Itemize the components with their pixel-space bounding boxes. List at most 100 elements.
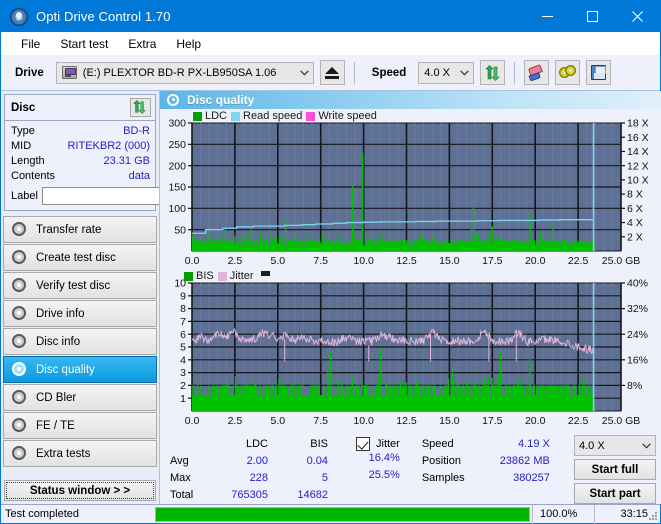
sidebar-item-disc-info[interactable]: Disc info (3, 328, 157, 355)
charts-area: LDC Read speed Write speed 50 100 150 200 25… (160, 109, 661, 432)
svg-text:2 X: 2 X (627, 231, 643, 243)
legend-read-speed: Read speed (231, 110, 302, 122)
disc-panel-rows: Type BD-R MID RITEKBR2 (000) Length 23.3… (5, 121, 244, 210)
legend-swatch-ldc (193, 111, 202, 121)
stats-row-key: Max (170, 471, 191, 484)
jitter-max-value: 25.5% (368, 469, 400, 481)
maximize-button[interactable] (570, 1, 615, 32)
sidebar-item-drive-info[interactable]: Drive info (3, 300, 157, 327)
sidebar-item-label: Extra tests (36, 447, 91, 460)
position-key: Position (421, 454, 461, 467)
samples-row: Samples 380257 (422, 469, 550, 486)
ldc-chart: LDC Read speed Write speed 50 100 150 200 25… (160, 109, 661, 269)
svg-text:0.0: 0.0 (185, 255, 200, 267)
drive-select[interactable]: (E:) PLEXTOR BD-R PX-LB950SA 1.06 (55, 61, 314, 84)
resize-grip-icon[interactable] (647, 510, 658, 521)
sidebar-item-create-test-disc[interactable]: Create test disc (3, 244, 157, 271)
svg-text:10 X: 10 X (627, 174, 649, 186)
jitter-column: Jitter 16.4% 25.5% (356, 435, 400, 486)
legend-bis: BIS (184, 270, 214, 282)
status-window-button[interactable]: Status window > > (4, 480, 156, 501)
sidebar-item-cd-bler[interactable]: CD Bler (3, 384, 157, 411)
drive-label: Drive (15, 66, 44, 79)
nav-list: Transfer rate Create test disc Verify te… (1, 216, 159, 468)
start-full-button[interactable]: Start full (574, 459, 656, 480)
sidebar-item-fe-te[interactable]: FE / TE (3, 412, 157, 439)
sidebar-item-disc-quality[interactable]: Disc quality (3, 356, 157, 383)
refresh-button[interactable] (480, 60, 506, 85)
disc-row-value: 23.31 GB (103, 155, 150, 167)
close-button[interactable] (615, 1, 660, 32)
ldc-chart-legend: LDC Read speed Write speed (193, 110, 377, 122)
svg-text:1: 1 (180, 393, 186, 405)
minimize-button[interactable] (525, 1, 570, 32)
samples-value: 380257 (513, 471, 550, 484)
svg-text:0.0: 0.0 (185, 415, 200, 427)
speed-value: 4.19 X (518, 437, 550, 450)
eject-button[interactable] (319, 60, 345, 85)
legend-label: Read speed (243, 110, 303, 122)
svg-text:17.5: 17.5 (482, 255, 503, 267)
sidebar-item-verify-test-disc[interactable]: Verify test disc (3, 272, 157, 299)
svg-text:15.0: 15.0 (439, 255, 460, 267)
svg-text:25.0 GB: 25.0 GB (602, 415, 641, 427)
two-discs-icon (558, 65, 577, 80)
disc-drive-icon (12, 306, 27, 321)
svg-text:32%: 32% (627, 303, 648, 315)
svg-text:8: 8 (180, 303, 186, 315)
speed-key: Speed (421, 437, 454, 450)
disc-row-value: data (128, 170, 150, 182)
menu-extra[interactable]: Extra (118, 34, 166, 54)
app-icon (10, 7, 28, 26)
menu-help[interactable]: Help (166, 34, 211, 54)
save-button[interactable] (586, 60, 612, 85)
legend-marker-icon (260, 270, 270, 276)
progress-percent: 100.0% (532, 504, 594, 524)
test-speed-value: 4.0 X (579, 439, 605, 452)
disc-extra-icon (12, 446, 27, 461)
jitter-header: Jitter (356, 435, 400, 452)
table-row: Max 228 5 (168, 469, 332, 486)
disc-verify-icon (12, 278, 27, 293)
svg-text:6 X: 6 X (627, 203, 643, 215)
svg-text:2.5: 2.5 (228, 415, 243, 427)
discs-button[interactable] (555, 60, 581, 85)
start-part-button[interactable]: Start part (574, 483, 656, 504)
svg-text:14 X: 14 X (627, 146, 649, 158)
svg-text:25.0 GB: 25.0 GB (602, 255, 641, 267)
disc-refresh-button[interactable] (130, 98, 151, 117)
floppy-save-icon (591, 65, 607, 80)
status-bar: Test completed 100.0% 33:15 (1, 504, 660, 524)
stats-total-bis: 14682 (297, 488, 328, 501)
disc-row-contents: Contents data (11, 169, 150, 184)
svg-text:12 X: 12 X (627, 160, 649, 172)
disc-quality-icon (167, 93, 180, 107)
erase-button[interactable] (524, 60, 550, 85)
sidebar-item-label: Disc info (36, 335, 81, 348)
svg-text:5.0: 5.0 (270, 415, 285, 427)
sidebar-item-label: Drive info (36, 307, 85, 320)
legend-swatch-jitter (217, 271, 227, 281)
svg-text:10.0: 10.0 (353, 255, 374, 267)
disc-create-icon (12, 250, 27, 265)
svg-text:40%: 40% (627, 278, 648, 290)
stats-corner (168, 435, 212, 452)
menu-file[interactable]: File (11, 34, 50, 54)
disc-row-key: Contents (11, 170, 56, 182)
samples-key: Samples (421, 471, 465, 484)
test-speed-select[interactable]: 4.0 X (574, 435, 656, 456)
progress-fill (156, 507, 529, 521)
menu-start-test[interactable]: Start test (50, 34, 118, 54)
sidebar-item-label: Verify test disc (36, 279, 111, 292)
sidebar-item-transfer-rate[interactable]: Transfer rate (3, 216, 157, 243)
disc-quality-icon (12, 362, 27, 377)
disc-info-panel: Disc Type BD-R MID RITEKBR2 (000) Length… (4, 94, 244, 211)
speed-select[interactable]: 4.0 X (418, 61, 475, 84)
jitter-checkbox[interactable] (356, 436, 370, 451)
sidebar-item-label: Disc quality (36, 363, 95, 376)
svg-text:3: 3 (180, 367, 186, 379)
svg-text:20.0: 20.0 (525, 255, 546, 267)
sidebar-item-extra-tests[interactable]: Extra tests (3, 440, 157, 467)
disc-info-icon (12, 334, 27, 349)
